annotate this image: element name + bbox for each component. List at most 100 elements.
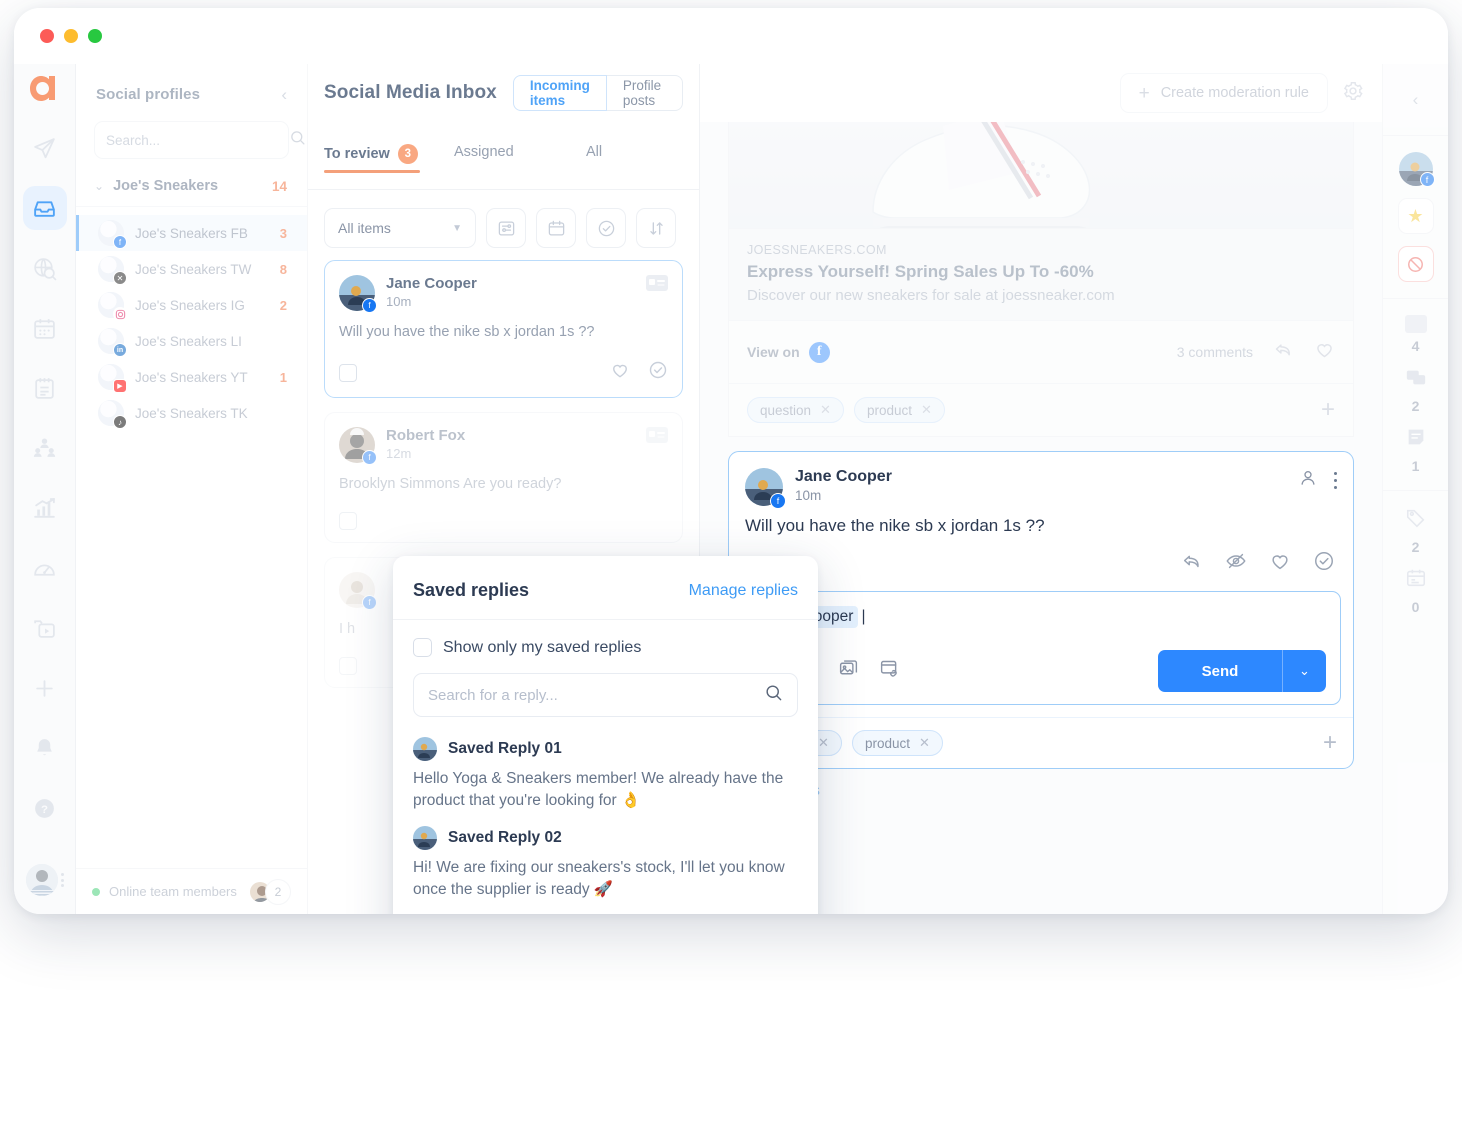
- profiles-search[interactable]: [94, 121, 305, 159]
- create-moderation-rule-button[interactable]: + Create moderation rule: [1119, 73, 1328, 113]
- reply-composer[interactable]: @janecooper| Send ⌄: [741, 591, 1341, 705]
- stat-comments[interactable]: 2: [1405, 366, 1427, 414]
- tag-question[interactable]: question ✕: [747, 397, 844, 423]
- collapse-profiles-icon[interactable]: ‹: [281, 86, 287, 103]
- online-team-members-bar[interactable]: Online team members 2: [76, 868, 307, 914]
- post-action-icons: 3 comments: [1177, 339, 1335, 365]
- complete-icon[interactable]: [1313, 550, 1335, 577]
- hide-icon[interactable]: [1225, 550, 1247, 577]
- filter-icon-button[interactable]: [486, 208, 526, 248]
- media-library-icon[interactable]: [23, 606, 67, 650]
- tab-to-review[interactable]: To review 3: [324, 122, 454, 173]
- link-preview-icon[interactable]: [879, 658, 900, 684]
- calendar-icon[interactable]: [23, 306, 67, 350]
- complete-icon[interactable]: [648, 360, 668, 385]
- tab-all[interactable]: All: [586, 122, 646, 160]
- like-icon[interactable]: [1269, 550, 1291, 577]
- chevron-down-icon[interactable]: ⌄: [94, 179, 104, 193]
- card-select-checkbox[interactable]: [339, 657, 357, 676]
- profile-item-yt[interactable]: ▶ Joe's Sneakers YT 1: [76, 359, 307, 395]
- close-icon[interactable]: ✕: [818, 735, 829, 751]
- reports-icon[interactable]: [23, 366, 67, 410]
- profile-group-row[interactable]: ⌄ Joe's Sneakers 14: [76, 173, 307, 206]
- notifications-icon[interactable]: [23, 726, 67, 770]
- profile-item-fb[interactable]: f Joe's Sneakers FB 3: [76, 215, 307, 251]
- user-avatar-menu[interactable]: [25, 864, 64, 896]
- gear-icon[interactable]: [1342, 80, 1364, 107]
- meta-rail-stats-section: 4 2 1: [1383, 299, 1448, 491]
- manage-replies-link[interactable]: Manage replies: [689, 582, 798, 600]
- saved-replies-search-input[interactable]: [428, 686, 756, 704]
- profile-name: Joe's Sneakers YT: [135, 369, 248, 385]
- stat-calendar[interactable]: 0: [1405, 567, 1427, 615]
- reply-icon[interactable]: [1273, 339, 1294, 365]
- inbox-card-robert-fox[interactable]: f Robert Fox 12m Brooklyn Simmons Are yo…: [324, 412, 683, 544]
- saved-replies-search[interactable]: [413, 673, 798, 717]
- card-select-checkbox[interactable]: [339, 363, 357, 382]
- view-on-network-link[interactable]: View on f: [747, 341, 830, 363]
- stat-cards[interactable]: 4: [1404, 315, 1427, 354]
- add-tag-icon[interactable]: +: [1323, 731, 1337, 755]
- close-icon[interactable]: ✕: [820, 402, 831, 418]
- reply-icon[interactable]: [1181, 550, 1203, 577]
- block-icon[interactable]: [1397, 246, 1434, 282]
- message-type-icon: [646, 427, 668, 444]
- avatar: [413, 826, 437, 850]
- send-button[interactable]: Send: [1158, 650, 1282, 692]
- post-title: Express Yourself! Spring Sales Up To -60…: [747, 262, 1094, 281]
- assign-user-icon[interactable]: [1298, 468, 1318, 493]
- profile-item-tk[interactable]: ♪ Joe's Sneakers TK: [76, 395, 307, 431]
- maximize-window-button[interactable]: [88, 29, 102, 43]
- help-icon[interactable]: ?: [23, 786, 67, 830]
- star-icon[interactable]: ★: [1397, 198, 1434, 234]
- close-icon[interactable]: ✕: [919, 735, 930, 751]
- tab-incoming-items[interactable]: Incoming items: [512, 75, 607, 111]
- card-select-checkbox[interactable]: [339, 512, 357, 531]
- add-icon[interactable]: [23, 666, 67, 710]
- inbox-icon[interactable]: [22, 186, 67, 230]
- like-icon[interactable]: [1314, 339, 1335, 365]
- publish-icon[interactable]: [23, 126, 67, 170]
- collapse-meta-rail-icon[interactable]: ‹: [1383, 64, 1448, 136]
- audience-icon[interactable]: [23, 426, 67, 470]
- benchmark-icon[interactable]: [23, 546, 67, 590]
- show-only-my-replies-checkbox[interactable]: [413, 638, 432, 657]
- close-window-button[interactable]: [40, 29, 54, 43]
- tag-product[interactable]: product ✕: [853, 397, 945, 423]
- profile-item-tw[interactable]: ✕ Joe's Sneakers TW 8: [76, 251, 307, 287]
- like-icon[interactable]: [610, 360, 630, 385]
- send-options-icon[interactable]: ⌄: [1282, 650, 1326, 692]
- avatar: ▶: [98, 364, 127, 393]
- meta-rail: ‹ f ★ 4 2 1 2 0: [1382, 64, 1448, 914]
- facebook-icon: f: [113, 235, 127, 249]
- inbox-card-jane-cooper[interactable]: f Jane Cooper 10m Will you have the nike…: [324, 260, 683, 399]
- profiles-search-input[interactable]: [106, 132, 283, 148]
- calendar-filter-button[interactable]: [536, 208, 576, 248]
- sort-button[interactable]: [636, 208, 676, 248]
- team-avatars[interactable]: 2: [248, 878, 291, 905]
- tag-product[interactable]: product ✕: [851, 730, 943, 756]
- tab-profile-posts[interactable]: Profile posts: [606, 75, 683, 111]
- status-filter-button[interactable]: [586, 208, 626, 248]
- avatar-menu-icon[interactable]: [60, 873, 64, 887]
- profile-item-ig[interactable]: Joe's Sneakers IG 2: [76, 287, 307, 323]
- saved-reply-item[interactable]: Saved Reply 01 Hello Yoga & Sneakers mem…: [413, 737, 798, 812]
- monitoring-icon[interactable]: [23, 246, 67, 290]
- comment-more-icon[interactable]: [1333, 471, 1337, 490]
- show-only-my-replies-row[interactable]: Show only my saved replies: [413, 638, 798, 657]
- add-tag-icon[interactable]: +: [1321, 398, 1335, 422]
- minimize-window-button[interactable]: [64, 29, 78, 43]
- note-icon: [1405, 426, 1427, 453]
- saved-reply-item[interactable]: Saved Reply 02 Hi! We are fixing our sne…: [413, 826, 798, 901]
- tab-assigned[interactable]: Assigned: [454, 122, 586, 160]
- items-filter-dropdown[interactable]: All items ▼: [324, 208, 476, 248]
- analytics-icon[interactable]: [23, 486, 67, 530]
- stat-tags[interactable]: 2: [1405, 507, 1427, 555]
- stat-notes[interactable]: 1: [1405, 426, 1427, 474]
- image-icon[interactable]: [838, 658, 859, 684]
- profile-count: 2: [279, 297, 287, 313]
- tab-label: All: [586, 144, 603, 160]
- avatar: in: [98, 328, 127, 357]
- close-icon[interactable]: ✕: [921, 402, 932, 418]
- profile-item-li[interactable]: in Joe's Sneakers LI: [76, 323, 307, 359]
